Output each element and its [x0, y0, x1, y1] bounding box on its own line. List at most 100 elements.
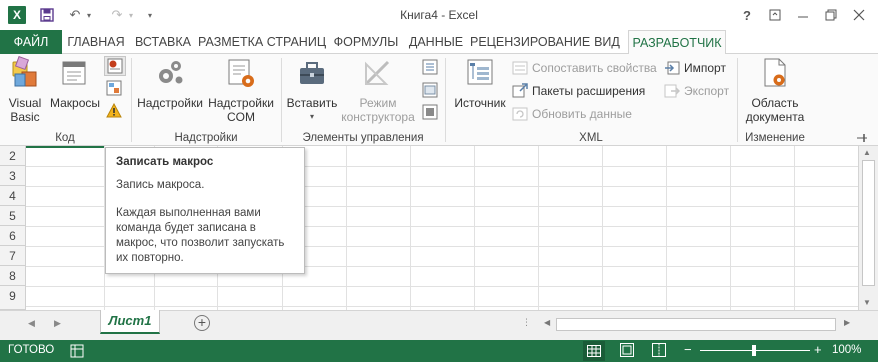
- expansion-packs-button[interactable]: Пакеты расширения: [512, 81, 645, 101]
- help-button[interactable]: ?: [736, 4, 758, 26]
- scroll-down-icon[interactable]: ▼: [863, 298, 871, 307]
- visual-basic-label-2: Basic: [10, 110, 40, 124]
- vertical-scrollbar[interactable]: ▲ ▼: [858, 146, 878, 310]
- row-header[interactable]: 3: [0, 166, 26, 186]
- expansion-packs-label: Пакеты расширения: [532, 84, 646, 98]
- addins-button[interactable]: Надстройки: [136, 56, 204, 110]
- visual-basic-button[interactable]: Visual Basic: [4, 55, 46, 124]
- com-addins-label-2: COM: [227, 110, 255, 124]
- export-button[interactable]: Экспорт: [664, 81, 729, 101]
- new-sheet-button[interactable]: +: [194, 315, 210, 331]
- tab-insert[interactable]: ВСТАВКА: [132, 30, 194, 54]
- zoom-level[interactable]: 100%: [832, 344, 861, 356]
- insert-control-label: Вставить: [286, 96, 338, 110]
- pin-ribbon-icon[interactable]: [856, 132, 868, 144]
- page-layout-view-button[interactable]: [620, 343, 636, 359]
- insert-control-button[interactable]: Вставить ▾: [284, 56, 340, 124]
- import-icon: [664, 60, 680, 76]
- active-cell-indicator: [26, 146, 104, 148]
- zoom-in-button[interactable]: +: [814, 342, 822, 357]
- document-panel-icon: [759, 56, 791, 90]
- record-macro-icon: [107, 58, 123, 74]
- map-properties-button[interactable]: Сопоставить свойства: [512, 58, 657, 78]
- tooltip-line1: Запись макроса.: [116, 179, 205, 191]
- minimize-icon[interactable]: [792, 4, 814, 26]
- zoom-slider[interactable]: [700, 345, 810, 356]
- group-divider: [131, 58, 132, 142]
- properties-icon: [422, 59, 438, 75]
- gears-icon: [154, 56, 186, 90]
- refresh-data-button[interactable]: Обновить данные: [512, 104, 632, 124]
- view-code-icon: [422, 82, 438, 98]
- document-panel-label-2: документа: [745, 110, 805, 124]
- record-macro-button[interactable]: [104, 56, 126, 76]
- com-addins-label-1: Надстройки: [208, 96, 274, 110]
- vertical-scroll-thumb[interactable]: [862, 160, 875, 286]
- com-addins-icon: [225, 56, 257, 90]
- design-mode-label-1: Режим: [359, 96, 397, 110]
- status-ready: ГОТОВО: [8, 344, 55, 356]
- view-code-button[interactable]: [422, 82, 438, 98]
- tooltip-line2: Каждая выполненная вами команда будет за…: [116, 207, 285, 264]
- macros-label: Макросы: [49, 96, 101, 110]
- macros-button[interactable]: Макросы: [47, 56, 103, 110]
- relative-references-button[interactable]: [106, 80, 124, 98]
- scroll-sheets-left-icon[interactable]: ◀: [28, 318, 35, 329]
- properties-button[interactable]: [422, 59, 438, 75]
- scroll-sheets-right-icon[interactable]: ▶: [54, 318, 61, 329]
- row-header[interactable]: 2: [0, 146, 26, 166]
- horizontal-scrollbar[interactable]: ◀ ▶: [540, 317, 858, 333]
- row-header[interactable]: 9: [0, 286, 26, 310]
- tab-page-layout[interactable]: РАЗМЕТКА СТРАНИЦ: [198, 30, 326, 54]
- tab-view[interactable]: ВИД: [590, 30, 624, 54]
- close-icon[interactable]: [848, 4, 870, 26]
- insert-control-dropdown-icon: ▾: [309, 112, 314, 121]
- import-label: Импорт: [684, 61, 726, 75]
- tab-data[interactable]: ДАННЫЕ: [406, 30, 466, 54]
- com-addins-button[interactable]: Надстройки COM: [206, 56, 276, 124]
- page-break-view-button[interactable]: [652, 343, 668, 359]
- row-header[interactable]: 7: [0, 246, 26, 266]
- row-header[interactable]: 8: [0, 266, 26, 286]
- map-properties-label: Сопоставить свойства: [532, 61, 657, 75]
- tab-file[interactable]: ФАЙЛ: [0, 30, 62, 54]
- record-macro-tooltip: Записать макрос Запись макроса. Каждая в…: [105, 147, 305, 274]
- design-mode-icon: [362, 56, 394, 90]
- scroll-up-icon[interactable]: ▲: [863, 148, 871, 157]
- macro-recording-icon[interactable]: [70, 344, 84, 358]
- visual-basic-label-1: Visual: [8, 96, 42, 110]
- macro-security-button[interactable]: [106, 102, 124, 121]
- design-mode-button[interactable]: Режим конструктора: [340, 56, 416, 124]
- zoom-out-button[interactable]: −: [684, 342, 692, 357]
- refresh-data-label: Обновить данные: [532, 107, 632, 121]
- ribbon-display-options-icon[interactable]: [764, 4, 786, 26]
- xml-source-button[interactable]: Источник: [450, 56, 510, 110]
- status-bar: ГОТОВО − + 100%: [0, 340, 878, 362]
- run-dialog-button[interactable]: [422, 104, 438, 120]
- row-header[interactable]: 4: [0, 186, 26, 206]
- group-label-controls: Элементы управления: [302, 132, 424, 144]
- row-header[interactable]: 6: [0, 226, 26, 246]
- restore-icon[interactable]: [820, 4, 842, 26]
- tab-formulas[interactable]: ФОРМУЛЫ: [332, 30, 400, 54]
- new-sheet-plus-icon: +: [197, 314, 207, 330]
- tab-split-handle-icon[interactable]: ⋮: [522, 317, 531, 328]
- horizontal-scroll-thumb[interactable]: [556, 318, 836, 331]
- zoom-slider-thumb[interactable]: [752, 345, 756, 356]
- sheet-tab-active[interactable]: Лист1: [100, 310, 160, 334]
- import-button[interactable]: Импорт: [664, 58, 726, 78]
- row-header[interactable]: 5: [0, 206, 26, 226]
- normal-view-icon: [587, 345, 601, 357]
- group-label-xml: XML: [579, 132, 603, 144]
- tab-review[interactable]: РЕЦЕНЗИРОВАНИЕ: [470, 30, 590, 54]
- document-panel-button[interactable]: Область документа: [742, 56, 808, 124]
- page-layout-view-icon: [620, 343, 634, 357]
- tab-home[interactable]: ГЛАВНАЯ: [64, 30, 128, 54]
- document-panel-label-1: Область: [751, 96, 799, 110]
- scroll-left-icon[interactable]: ◀: [544, 318, 550, 327]
- run-dialog-icon: [422, 104, 438, 120]
- tab-developer[interactable]: РАЗРАБОТЧИК: [628, 30, 726, 55]
- scroll-right-icon[interactable]: ▶: [844, 318, 850, 327]
- normal-view-button[interactable]: [583, 341, 605, 361]
- tooltip-title: Записать макрос: [116, 156, 214, 168]
